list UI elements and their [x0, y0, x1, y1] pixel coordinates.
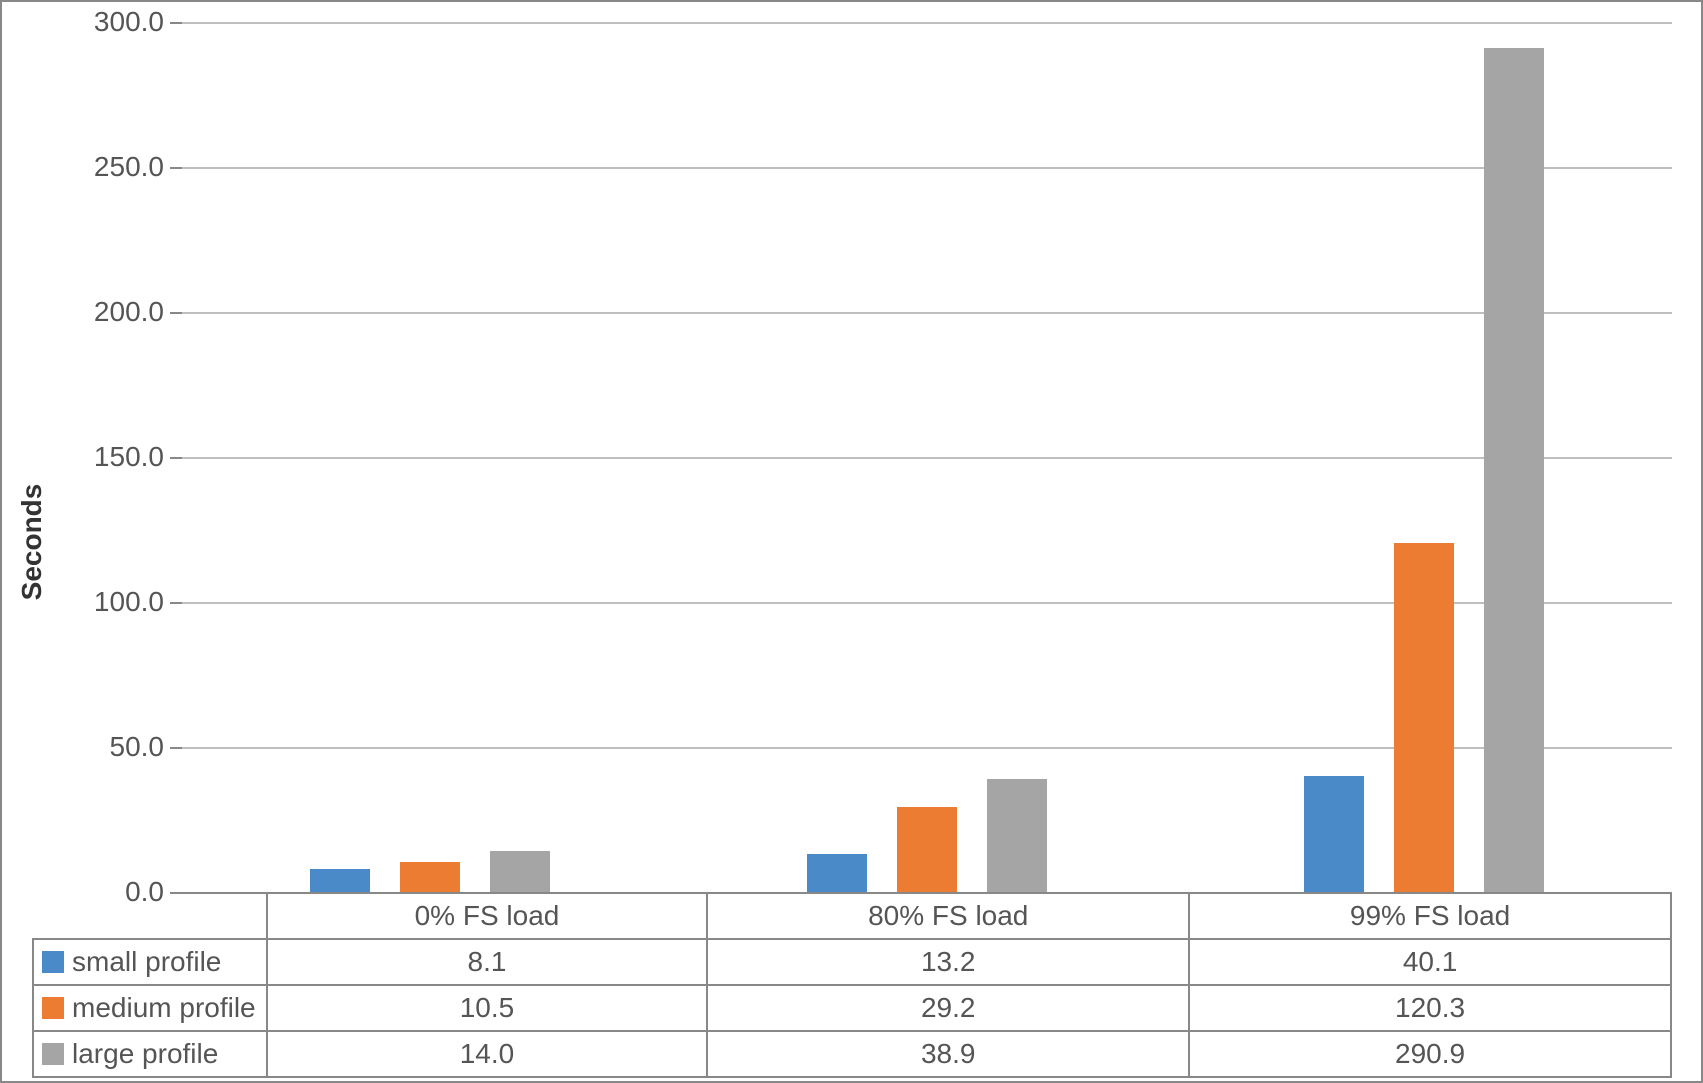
table-cell: 13.2 [707, 939, 1189, 985]
y-tick-mark [170, 22, 182, 24]
y-tick-mark [170, 457, 182, 459]
legend-item-large: large profile [33, 1031, 267, 1077]
table-cell: 38.9 [707, 1031, 1189, 1077]
data-table: 0% FS load 80% FS load 99% FS load small… [32, 892, 1672, 1078]
table-corner [33, 893, 267, 939]
table-cell: 120.3 [1189, 985, 1671, 1031]
legend-item-small: small profile [33, 939, 267, 985]
legend-swatch-small [42, 951, 64, 973]
y-tick-mark [170, 312, 182, 314]
y-tick-label: 150.0 [94, 441, 164, 473]
bar-large [1484, 48, 1544, 892]
bar-small [1304, 776, 1364, 892]
table-cell: 40.1 [1189, 939, 1671, 985]
y-tick-label: 300.0 [94, 6, 164, 38]
chart-frame: Seconds 0.050.0100.0150.0200.0250.0300.0… [0, 0, 1703, 1083]
bar-medium [897, 807, 957, 892]
legend-item-medium: medium profile [33, 985, 267, 1031]
gridline [182, 457, 1672, 459]
legend-swatch-large [42, 1043, 64, 1065]
bar-large [490, 851, 550, 892]
y-tick-label: 250.0 [94, 151, 164, 183]
y-axis-label: Seconds [16, 483, 48, 600]
bar-large [987, 779, 1047, 892]
plot-area: 0.050.0100.0150.0200.0250.0300.0 [182, 22, 1672, 894]
table-cell: 10.5 [267, 985, 708, 1031]
bar-small [310, 869, 370, 892]
table-cell: 14.0 [267, 1031, 708, 1077]
bar-medium [400, 862, 460, 892]
y-tick-mark [170, 167, 182, 169]
y-tick-mark [170, 602, 182, 604]
table-cell: 290.9 [1189, 1031, 1671, 1077]
table-cell: 29.2 [707, 985, 1189, 1031]
gridline [182, 22, 1672, 24]
table-col-header: 0% FS load [267, 893, 708, 939]
legend-swatch-medium [42, 997, 64, 1019]
y-tick-label: 100.0 [94, 586, 164, 618]
gridline [182, 312, 1672, 314]
table-col-header: 99% FS load [1189, 893, 1671, 939]
table-cell: 8.1 [267, 939, 708, 985]
y-tick-label: 50.0 [110, 731, 165, 763]
gridline [182, 167, 1672, 169]
y-tick-label: 200.0 [94, 296, 164, 328]
table-row: large profile 14.0 38.9 290.9 [33, 1031, 1671, 1077]
table-row: small profile 8.1 13.2 40.1 [33, 939, 1671, 985]
y-tick-mark [170, 747, 182, 749]
bar-medium [1394, 543, 1454, 892]
bar-small [807, 854, 867, 892]
table-col-header: 80% FS load [707, 893, 1189, 939]
table-row: medium profile 10.5 29.2 120.3 [33, 985, 1671, 1031]
